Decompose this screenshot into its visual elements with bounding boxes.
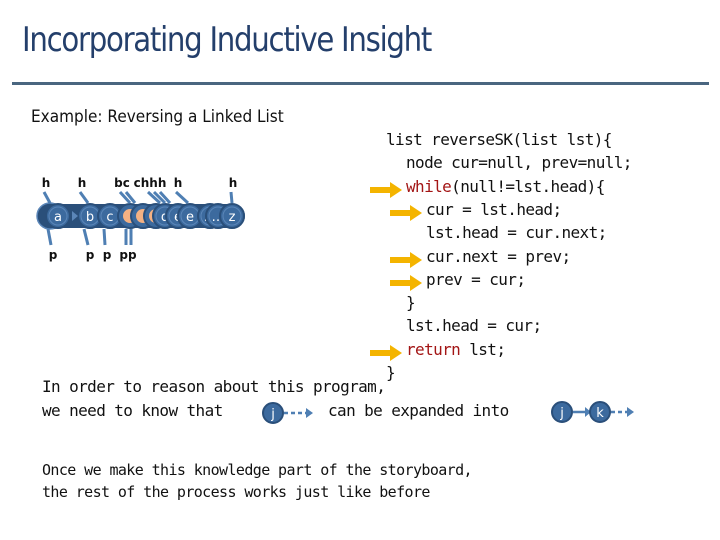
code-text: cur = lst.head; [426, 199, 562, 219]
head-pointer-arrow [42, 191, 52, 204]
head-pointer-label: h [42, 176, 51, 190]
execution-arrow-icon [390, 251, 422, 268]
execution-arrow-icon [390, 204, 422, 221]
linked-list-diagram: abcdee……zhhbcchhhhhppppp [36, 176, 245, 262]
head-pointer-arrow [78, 191, 90, 204]
code-text: prev = cur; [426, 269, 526, 289]
code-keyword: return [406, 339, 461, 359]
code-text: } [406, 293, 416, 313]
node-k-label: k [596, 406, 604, 421]
head-pointer-label: h [78, 176, 87, 190]
code-keyword: while [406, 176, 452, 196]
head-pointer-label: h [174, 176, 183, 190]
list-node-label: b [86, 210, 94, 225]
list-node-label: a [54, 210, 62, 225]
code-line: return lst; [406, 339, 506, 359]
code-line: cur.next = prev; [426, 247, 571, 266]
conclusion-line-1: Once we make this knowledge part of the … [42, 461, 473, 479]
node-j-summary-icon: j [262, 402, 313, 424]
prev-pointer-label: p [86, 248, 95, 262]
code-text: cur.next = prev; [426, 246, 571, 266]
code-text: lst.head = cur.next; [426, 223, 607, 243]
execution-arrow-icon [370, 344, 402, 361]
execution-arrow-icon [390, 274, 422, 291]
list-node-label: e [186, 210, 194, 225]
prev-pointer-arrow [102, 228, 107, 246]
insight-line-2b: can be expanded into [328, 401, 509, 420]
code-line: lst.head = cur.next; [426, 223, 607, 242]
pointer-arrowhead-icon [306, 408, 313, 418]
list-node-label: c [106, 210, 113, 225]
node-j-label: j [270, 407, 275, 422]
prev-pointer-arrow [82, 228, 90, 246]
prev-pointer-label: p [103, 248, 112, 262]
head-pointer-label: bc [114, 176, 130, 190]
code-line: lst.head = cur; [406, 316, 542, 335]
insight-line-2a: we need to know that [42, 401, 223, 420]
code-text: } [386, 363, 396, 382]
list-node-label: z [229, 210, 236, 225]
prev-pointer-label: p [49, 248, 58, 262]
pointer-arrowhead-icon [627, 407, 634, 417]
head-pointer-label: h [229, 176, 238, 190]
prev-pointer-label: pp [119, 248, 137, 262]
node-j-label: j [559, 406, 564, 421]
conclusion-line-2: the rest of the process works just like … [42, 483, 430, 501]
insight-line-1: In order to reason about this program, [42, 377, 386, 396]
code-text: (null!=lst.head){ [451, 176, 605, 196]
code-line: node cur=null, prev=null; [406, 153, 632, 172]
code-line: list reverseSK(list lst){ [386, 130, 612, 149]
code-line: prev = cur; [426, 269, 526, 289]
code-text: node cur=null, prev=null; [406, 153, 632, 173]
node-j-k-expansion-icon: j k [551, 401, 634, 423]
code-text: list reverseSK(list lst){ [386, 130, 612, 149]
code-line: } [406, 293, 416, 313]
head-pointer-arrow [174, 190, 190, 205]
code-text: lst; [460, 339, 506, 359]
code-text: lst.head = cur; [406, 316, 542, 336]
head-pointer-label: chhh [134, 176, 167, 190]
code-line: while(null!=lst.head){ [406, 177, 605, 196]
prev-pointer-arrow [46, 228, 53, 246]
code-line: } [386, 363, 396, 382]
head-pointer-arrow [229, 191, 234, 204]
code-line: cur = lst.head; [426, 200, 562, 219]
execution-arrow-icon [370, 181, 402, 198]
